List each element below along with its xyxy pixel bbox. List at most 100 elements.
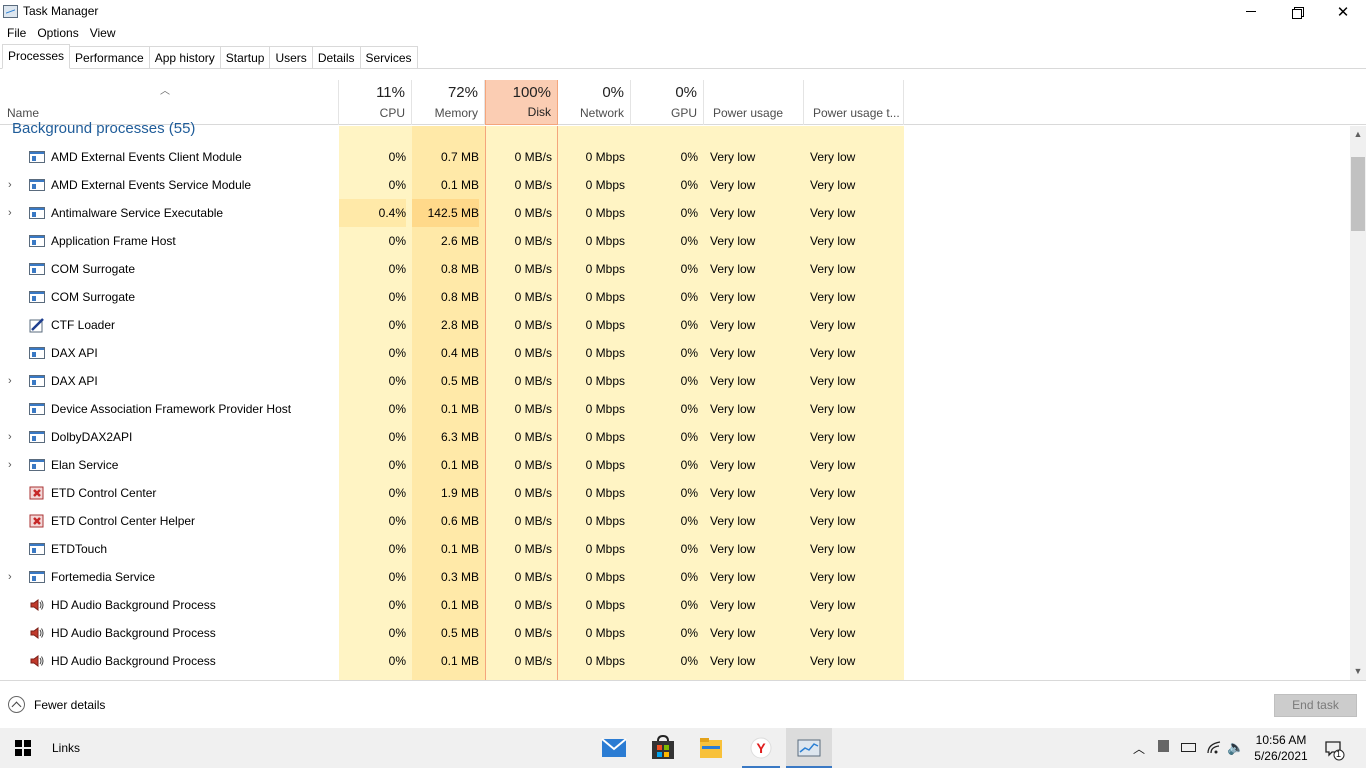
chevron-up-circle-icon[interactable] — [8, 696, 25, 713]
table-row[interactable]: ETD Control Center Helper 0% 0.6 MB 0 MB/s 0… — [0, 507, 1350, 535]
table-row[interactable]: HD Audio Background Process 0% 0.5 MB 0 MB/… — [0, 619, 1350, 647]
process-network: 0 Mbps — [585, 234, 625, 248]
process-network: 0 Mbps — [585, 486, 625, 500]
process-gpu: 0% — [680, 178, 698, 192]
column-header-power-trend[interactable]: Power usage t... — [804, 80, 904, 125]
table-row[interactable]: Application Frame Host 0% 2.6 MB 0 MB/s 0 Mb… — [0, 227, 1350, 255]
process-name: DAX API — [51, 374, 98, 388]
process-memory: 2.6 MB — [440, 234, 479, 248]
yandex-browser-icon[interactable]: Y — [738, 728, 784, 768]
battery-icon[interactable] — [1181, 743, 1196, 752]
table-row[interactable]: CTF Loader 0% 2.8 MB 0 MB/s 0 Mbps 0% Very low… — [0, 311, 1350, 339]
process-disk: 0 MB/s — [514, 654, 552, 668]
process-power-trend: Very low — [810, 430, 856, 444]
action-center-icon[interactable]: 1 — [1324, 739, 1346, 779]
process-disk: 0 MB/s — [514, 402, 552, 416]
process-disk: 0 MB/s — [514, 598, 552, 612]
column-header-memory[interactable]: 72% Memory — [412, 80, 485, 125]
column-header-name[interactable]: ︿ Name — [0, 80, 339, 125]
expand-chevron-icon[interactable]: › — [8, 367, 12, 395]
process-power-trend: Very low — [810, 346, 856, 360]
expand-chevron-icon[interactable]: › — [8, 423, 12, 451]
table-row[interactable]: ETD Control Center 0% 1.9 MB 0 MB/s 0 Mbps 0%… — [0, 479, 1350, 507]
restore-button[interactable] — [1274, 0, 1320, 23]
expand-chevron-icon[interactable]: › — [8, 199, 12, 227]
expand-chevron-icon[interactable]: › — [8, 171, 12, 199]
table-row[interactable]: AMD External Events Client Module 0% 0.7 M… — [0, 143, 1350, 171]
menu-view[interactable]: View — [86, 23, 120, 43]
column-header-cpu[interactable]: 11% CPU — [339, 80, 412, 125]
windows-start-icon[interactable] — [15, 740, 31, 756]
scrollbar-thumb[interactable] — [1351, 157, 1365, 231]
process-disk: 0 MB/s — [514, 234, 552, 248]
table-row[interactable]: › AMD External Events Service Module 0% 0.1… — [0, 171, 1350, 199]
menu-options[interactable]: Options — [33, 23, 82, 43]
vertical-scrollbar[interactable]: ▲ ▼ — [1350, 126, 1366, 680]
app-icon — [29, 375, 45, 387]
group-header-background-processes[interactable]: Background processes (55) — [12, 120, 195, 137]
column-header-gpu[interactable]: 0% GPU — [631, 80, 704, 125]
close-button[interactable]: ✕ — [1320, 0, 1366, 23]
scroll-down-icon[interactable]: ▼ — [1350, 663, 1366, 680]
minimize-button[interactable] — [1228, 0, 1274, 23]
fewer-details-link[interactable]: Fewer details — [34, 698, 105, 712]
end-task-button[interactable]: End task — [1274, 694, 1357, 717]
process-power-usage: Very low — [710, 150, 756, 164]
table-row[interactable]: › DAX API 0% 0.5 MB 0 MB/s 0 Mbps 0% Very low Ve… — [0, 367, 1350, 395]
tab-processes[interactable]: Processes — [2, 44, 71, 69]
taskbar-clock[interactable]: 10:56 AM 5/26/2021 — [1252, 732, 1310, 764]
tab-startup[interactable]: Startup — [220, 46, 271, 69]
tray-app-icon[interactable] — [1158, 740, 1169, 752]
show-hidden-icons-chevron-up-icon[interactable]: ︿ — [1133, 740, 1145, 780]
process-network: 0 Mbps — [585, 346, 625, 360]
store-icon[interactable] — [640, 728, 686, 768]
speaker-icon — [29, 597, 45, 613]
scroll-up-icon[interactable]: ▲ — [1350, 126, 1366, 143]
links-toolbar[interactable]: Links — [52, 741, 80, 755]
restore-icon — [1292, 6, 1304, 19]
table-row[interactable]: › Antimalware Service Executable 0.4% 142.5… — [0, 199, 1350, 227]
table-row[interactable]: HD Audio Background Process 0% 0.1 MB 0 MB/… — [0, 647, 1350, 675]
process-gpu: 0% — [680, 318, 698, 332]
process-power-usage: Very low — [710, 514, 756, 528]
volume-icon[interactable]: 🔈 — [1227, 739, 1244, 779]
process-cpu: 0% — [388, 430, 406, 444]
table-row[interactable]: COM Surrogate 0% 0.8 MB 0 MB/s 0 Mbps 0% Very … — [0, 255, 1350, 283]
close-icon: ✕ — [1336, 3, 1350, 21]
file-explorer-icon[interactable] — [688, 728, 734, 768]
table-row[interactable]: HD Audio Background Process 0% 0.1 MB 0 MB/… — [0, 591, 1350, 619]
tab-app-history[interactable]: App history — [149, 46, 221, 69]
tab-services[interactable]: Services — [360, 46, 418, 69]
table-row[interactable]: › DolbyDAX2API 0% 6.3 MB 0 MB/s 0 Mbps 0% Very … — [0, 423, 1350, 451]
process-power-usage: Very low — [710, 654, 756, 668]
process-memory: 0.1 MB — [440, 402, 479, 416]
expand-chevron-icon[interactable]: › — [8, 563, 12, 591]
window-title: Task Manager — [23, 4, 99, 18]
table-row[interactable]: DAX API 0% 0.4 MB 0 MB/s 0 Mbps 0% Very low Ver… — [0, 339, 1350, 367]
process-gpu: 0% — [680, 598, 698, 612]
expand-chevron-icon[interactable]: › — [8, 451, 12, 479]
menu-file[interactable]: File — [3, 23, 30, 43]
column-header-network[interactable]: 0% Network — [558, 80, 631, 125]
table-row[interactable]: COM Surrogate 0% 0.8 MB 0 MB/s 0 Mbps 0% Very … — [0, 283, 1350, 311]
column-header-power[interactable]: Power usage — [704, 80, 804, 125]
task-manager-taskbar-icon[interactable] — [786, 728, 832, 768]
process-power-trend: Very low — [810, 486, 856, 500]
tab-details[interactable]: Details — [312, 46, 361, 69]
process-disk: 0 MB/s — [514, 150, 552, 164]
wifi-icon[interactable] — [1206, 738, 1222, 778]
table-row[interactable]: Device Association Framework Provider Ho… — [0, 395, 1350, 423]
tab-performance[interactable]: Performance — [70, 46, 150, 69]
column-header-disk[interactable]: 100% Disk — [485, 80, 558, 125]
process-name: Application Frame Host — [51, 234, 176, 248]
process-power-usage: Very low — [710, 234, 756, 248]
table-row[interactable]: › Fortemedia Service 0% 0.3 MB 0 MB/s 0 Mbps 0… — [0, 563, 1350, 591]
table-row[interactable]: › Elan Service 0% 0.1 MB 0 MB/s 0 Mbps 0% Very … — [0, 451, 1350, 479]
tab-users[interactable]: Users — [270, 46, 313, 69]
app-icon — [29, 235, 45, 247]
mail-icon[interactable] — [591, 728, 637, 768]
table-row[interactable]: ETDTouch 0% 0.1 MB 0 MB/s 0 Mbps 0% Very low Ve… — [0, 535, 1350, 563]
column-label-network: Network — [579, 106, 624, 120]
process-power-trend: Very low — [810, 570, 856, 584]
process-cpu: 0% — [388, 598, 406, 612]
